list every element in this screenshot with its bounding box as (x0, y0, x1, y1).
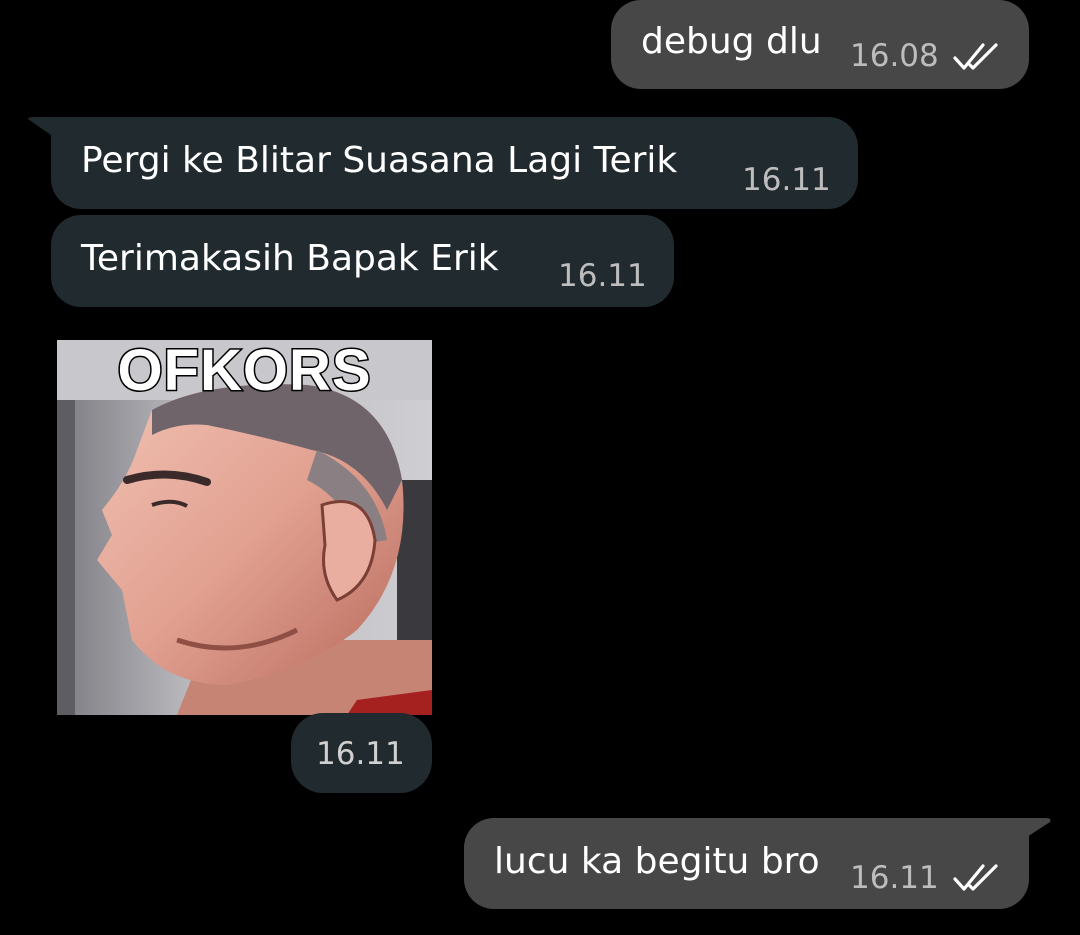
outgoing-message-bubble[interactable]: lucu ka begitu bro 16.11 (464, 818, 1029, 909)
outgoing-message-bubble[interactable]: debug dlu 16.08 (611, 0, 1029, 89)
message-timestamp: 16.11 (316, 736, 405, 772)
read-double-check-icon (953, 43, 998, 70)
sticker-timestamp-pill: 16.11 (291, 713, 432, 793)
message-text: Pergi ke Blitar Suasana Lagi Terik (81, 140, 678, 181)
bubble-tail (1010, 818, 1051, 848)
incoming-message-bubble[interactable]: Pergi ke Blitar Suasana Lagi Terik 16.11 (51, 117, 858, 209)
message-text: lucu ka begitu bro (494, 841, 820, 882)
message-text: Terimakasih Bapak Erik (81, 238, 499, 279)
message-timestamp: 16.08 (850, 38, 939, 74)
message-timestamp: 16.11 (742, 162, 831, 198)
message-timestamp: 16.11 (558, 258, 647, 294)
read-double-check-icon (953, 864, 998, 891)
incoming-message-bubble[interactable]: Terimakasih Bapak Erik 16.11 (51, 215, 674, 307)
message-timestamp: 16.11 (850, 860, 939, 896)
message-text: debug dlu (641, 21, 822, 62)
sticker-caption: OFKORS (116, 340, 372, 403)
sticker-image[interactable]: OFKORS (57, 340, 432, 715)
